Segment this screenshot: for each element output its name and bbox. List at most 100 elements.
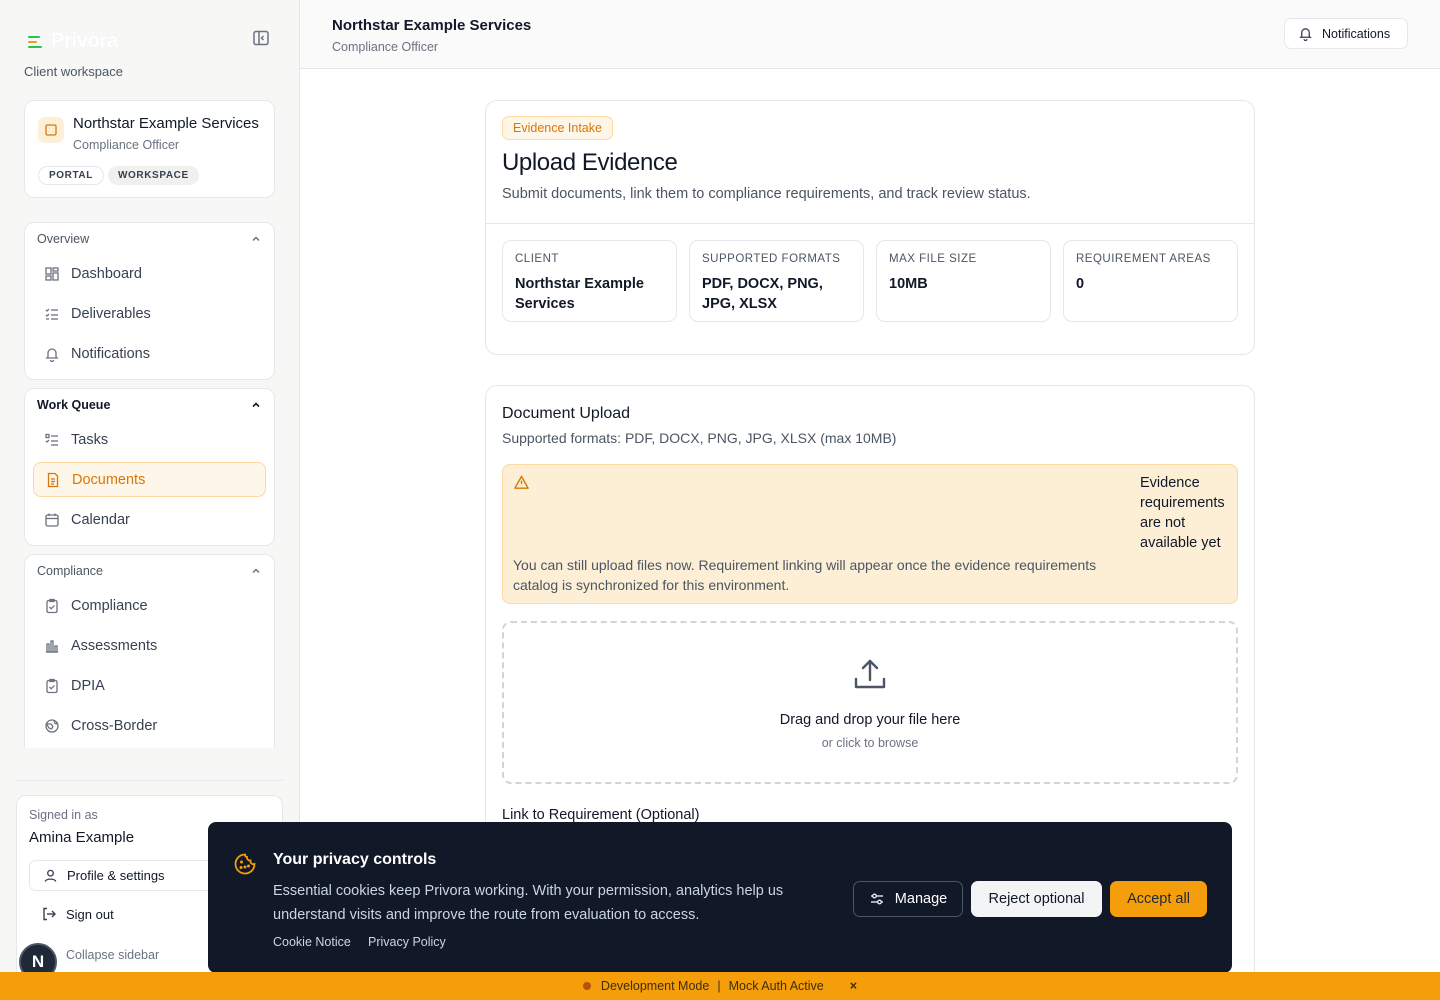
section-title: Document Upload <box>502 405 631 422</box>
accept-all-button[interactable]: Accept all <box>1110 881 1207 917</box>
sidebar-item-deliverables[interactable]: Deliverables <box>33 296 266 331</box>
sign-out-icon <box>43 907 56 921</box>
header-title: Northstar Example Services <box>332 17 532 34</box>
user-icon <box>44 869 57 882</box>
sidebar-item-label: Calendar <box>71 511 130 528</box>
sign-out-button[interactable]: Sign out <box>41 906 114 922</box>
upload-icon <box>854 659 886 689</box>
signed-in-label: Signed in as <box>29 808 98 822</box>
profile-settings-label: Profile & settings <box>67 868 165 883</box>
chevron-up-icon <box>252 236 260 242</box>
dev-mode-label: Development Mode <box>600 979 710 993</box>
dev-separator: | <box>717 979 721 993</box>
client-role: Compliance Officer <box>73 138 180 152</box>
sidebar-item-calendar[interactable]: Calendar <box>33 502 266 537</box>
sidebar-item-cross-border[interactable]: Cross-Border <box>33 708 266 743</box>
bell-icon <box>1299 28 1312 41</box>
card-divider <box>486 223 1254 224</box>
evidence-intake-card: Evidence Intake Upload Evidence Submit d… <box>485 100 1255 355</box>
stat-label: SUPPORTED FORMATS <box>702 253 841 265</box>
clipboard-check-icon <box>46 598 58 613</box>
close-icon[interactable]: × <box>850 979 857 993</box>
sidebar-item-label: Documents <box>72 471 146 488</box>
stat-value: PDF, DOCX, PNG, JPG, XLSX <box>702 276 823 312</box>
header-subtitle: Compliance Officer <box>332 40 439 54</box>
sidebar-item-compliance[interactable]: Compliance <box>33 588 266 623</box>
collapse-sidebar-button[interactable]: Collapse sidebar <box>66 948 159 962</box>
warning-icon <box>514 475 529 489</box>
brand-name: Privora <box>51 30 118 52</box>
chevron-up-icon <box>252 402 260 408</box>
top-header: Northstar Example Services Compliance Of… <box>300 0 1440 69</box>
sidebar-item-label: Cross-Border <box>71 717 158 734</box>
calendar-icon <box>45 513 59 527</box>
sidebar-toggle-icon[interactable] <box>252 29 270 47</box>
cookie-title: Your privacy controls <box>273 851 437 868</box>
client-name: Northstar Example Services <box>73 115 259 132</box>
sidebar-item-notifications[interactable]: Notifications <box>33 336 266 371</box>
sidebar-item-label: Deliverables <box>71 305 151 322</box>
client-card[interactable]: Northstar Example Services Compliance Of… <box>24 100 275 198</box>
sign-out-label: Sign out <box>66 906 114 922</box>
sidebar-item-label: Notifications <box>71 345 150 362</box>
group-title-overview: Overview <box>37 232 90 246</box>
sliders-icon <box>870 893 883 905</box>
group-title-work-queue: Work Queue <box>37 398 111 412</box>
section-subtitle: Supported formats: PDF, DOCX, PNG, JPG, … <box>502 430 897 446</box>
bell-icon <box>45 347 59 362</box>
reject-optional-button[interactable]: Reject optional <box>971 881 1102 917</box>
cookie-body: Essential cookies keep Privora working. … <box>273 883 784 923</box>
notifications-button[interactable]: Notifications <box>1284 18 1408 49</box>
sidebar-divider <box>16 780 283 781</box>
privacy-policy-link[interactable]: Privacy Policy <box>368 935 446 949</box>
cookie-icon <box>234 853 256 875</box>
stat-client: CLIENT Northstar Example Services <box>502 240 677 322</box>
warning-body: You can still upload files now. Requirem… <box>513 557 1097 593</box>
workspace-tag: WORKSPACE <box>108 166 199 185</box>
chevron-up-icon <box>252 568 260 574</box>
sidebar-item-label: Tasks <box>71 431 109 448</box>
stat-value: 10MB <box>889 276 928 292</box>
stat-max-file-size: MAX FILE SIZE 10MB <box>876 240 1051 322</box>
sidebar-item-documents[interactable]: Documents <box>33 462 266 497</box>
sidebar-item-label: Dashboard <box>71 265 142 282</box>
status-dot-icon <box>582 982 591 990</box>
file-dropzone[interactable]: Drag and drop your file here or click to… <box>502 621 1238 784</box>
user-name: Amina Example <box>29 829 135 846</box>
cookie-banner: Your privacy controls Essential cookies … <box>208 822 1232 973</box>
brand-logo[interactable]: Privora <box>28 30 118 53</box>
cookie-notice-link[interactable]: Cookie Notice <box>273 935 351 949</box>
bar-chart-icon <box>46 639 58 653</box>
menu-icon <box>28 35 42 48</box>
sidebar-item-dpia[interactable]: DPIA <box>33 668 266 703</box>
dev-mode-bar: Development Mode | Mock Auth Active × <box>0 972 1440 1000</box>
dropzone-subtitle: or click to browse <box>821 736 919 750</box>
sidebar-item-assessments[interactable]: Assessments <box>33 628 266 663</box>
page-description: Submit documents, link them to complianc… <box>502 186 1031 202</box>
nav-group-compliance: Compliance Compliance Assessments DPIA C… <box>24 554 275 748</box>
document-icon <box>47 472 59 487</box>
stat-value: 0 <box>1076 276 1085 292</box>
sidebar-item-dashboard[interactable]: Dashboard <box>33 256 266 291</box>
group-header-work-queue[interactable]: Work Queue <box>37 398 262 412</box>
notifications-label: Notifications <box>1322 26 1391 41</box>
checklist-icon <box>45 308 58 320</box>
building-icon <box>38 117 64 143</box>
nav-group-overview: Overview Dashboard Deliverables Notifica… <box>24 222 275 380</box>
group-header-overview[interactable]: Overview <box>37 232 262 246</box>
stat-supported-formats: SUPPORTED FORMATS PDF, DOCX, PNG, JPG, X… <box>689 240 864 322</box>
link-requirement-label: Link to Requirement (Optional) <box>502 807 700 823</box>
mock-auth-label: Mock Auth Active <box>728 979 824 993</box>
warning-title: Evidence requirements are not available … <box>1140 475 1225 551</box>
group-header-compliance[interactable]: Compliance <box>37 564 262 578</box>
manage-cookies-button[interactable]: Manage <box>853 881 963 917</box>
group-title-compliance: Compliance <box>37 564 104 578</box>
sidebar-item-tasks[interactable]: Tasks <box>33 422 266 457</box>
sidebar-item-label: Compliance <box>71 597 148 614</box>
nav-group-work-queue: Work Queue Tasks Documents Calendar <box>24 388 275 546</box>
stat-value: Northstar Example Services <box>515 276 644 312</box>
stat-label: CLIENT <box>515 253 559 265</box>
dropzone-title: Drag and drop your file here <box>779 712 961 728</box>
dashboard-icon <box>45 266 59 281</box>
manage-label: Manage <box>894 891 948 907</box>
